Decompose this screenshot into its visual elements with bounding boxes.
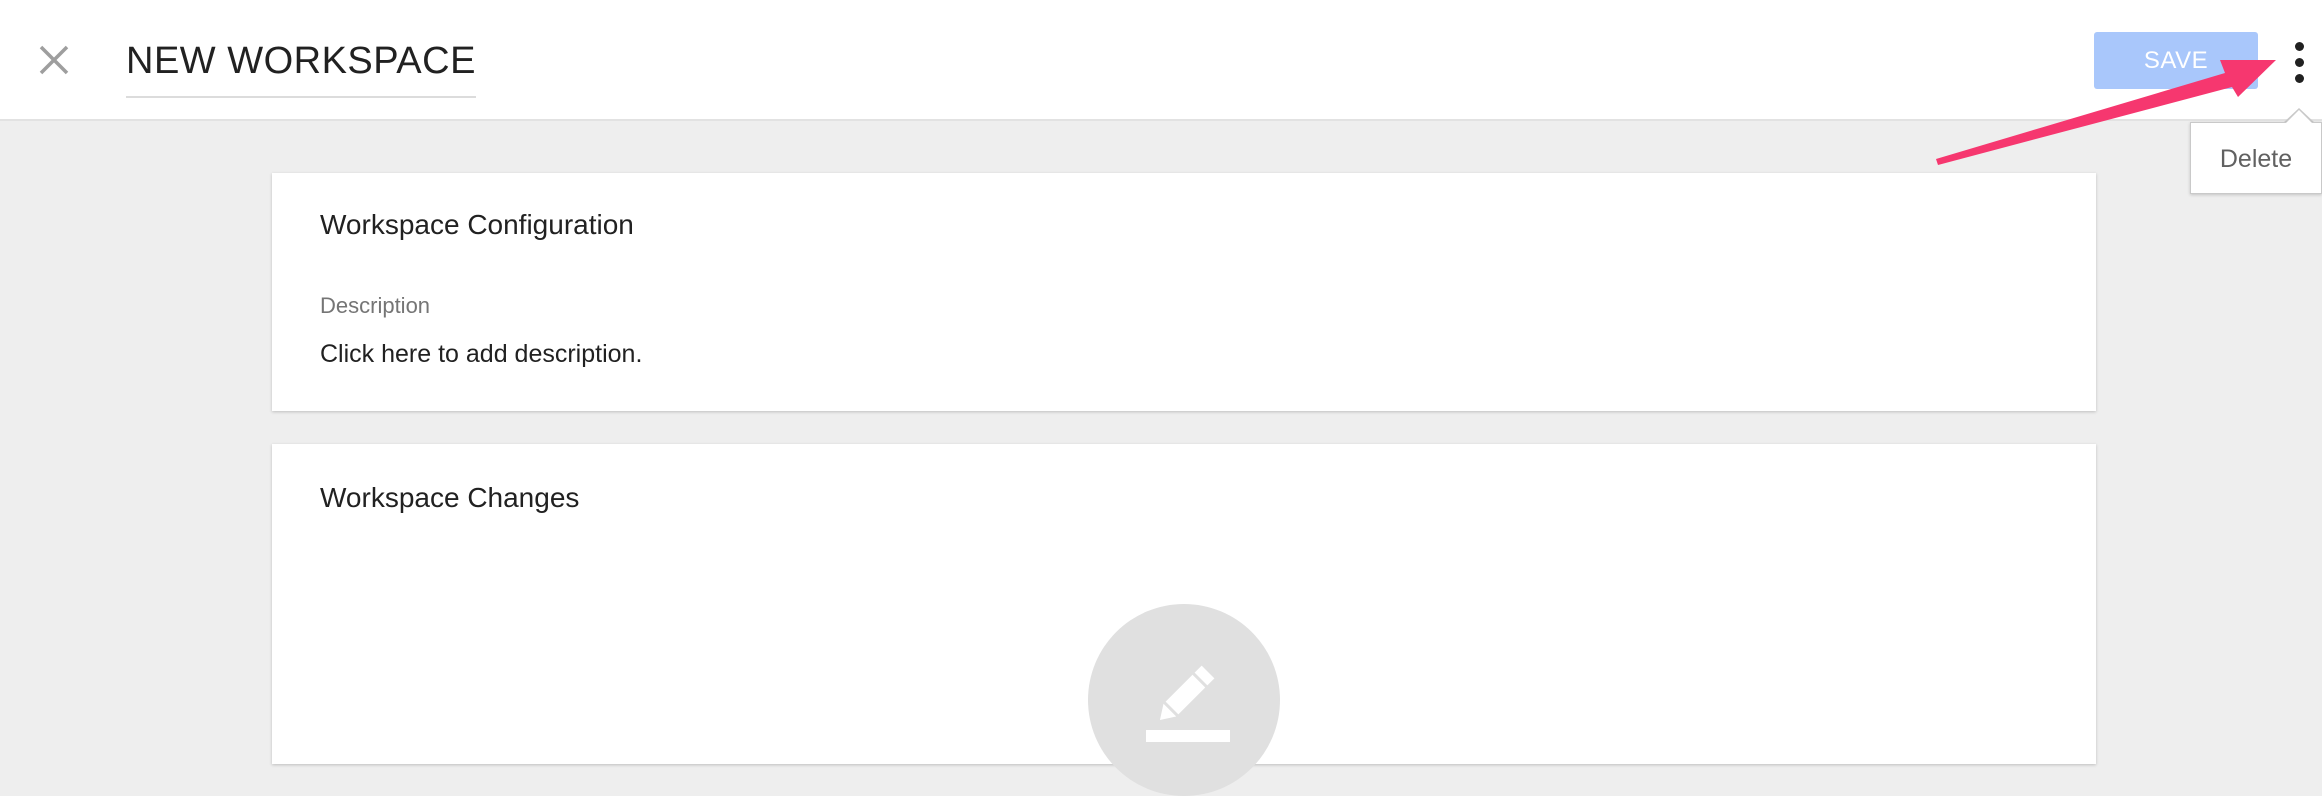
options-menu: Delete — [2190, 122, 2322, 194]
workspace-configuration-card: Workspace Configuration Description Clic… — [272, 173, 2096, 411]
card-title: Workspace Configuration — [320, 209, 634, 240]
more-vert-icon-dot — [2295, 74, 2304, 83]
page-title: NEW WORKSPACE — [126, 40, 476, 82]
menu-pointer-inner — [2285, 110, 2313, 124]
more-vert-icon-dot — [2295, 58, 2304, 67]
workspace-title-field[interactable]: NEW WORKSPACE — [126, 36, 476, 98]
more-options-button[interactable] — [2284, 40, 2314, 86]
card-title: Workspace Changes — [320, 482, 580, 513]
save-button[interactable]: SAVE — [2094, 32, 2258, 89]
close-button[interactable] — [30, 36, 78, 84]
description-field[interactable]: Click here to add description. — [320, 340, 642, 369]
empty-state-circle — [1088, 604, 1280, 796]
more-vert-icon — [2295, 42, 2304, 51]
top-bar: NEW WORKSPACE SAVE — [0, 0, 2322, 121]
workspace-changes-card: Workspace Changes — [272, 444, 2096, 796]
description-label: Description — [320, 293, 431, 318]
edit-pencil-icon — [1146, 665, 1230, 742]
close-icon — [39, 45, 69, 75]
menu-item-delete[interactable]: Delete — [2191, 123, 2321, 193]
